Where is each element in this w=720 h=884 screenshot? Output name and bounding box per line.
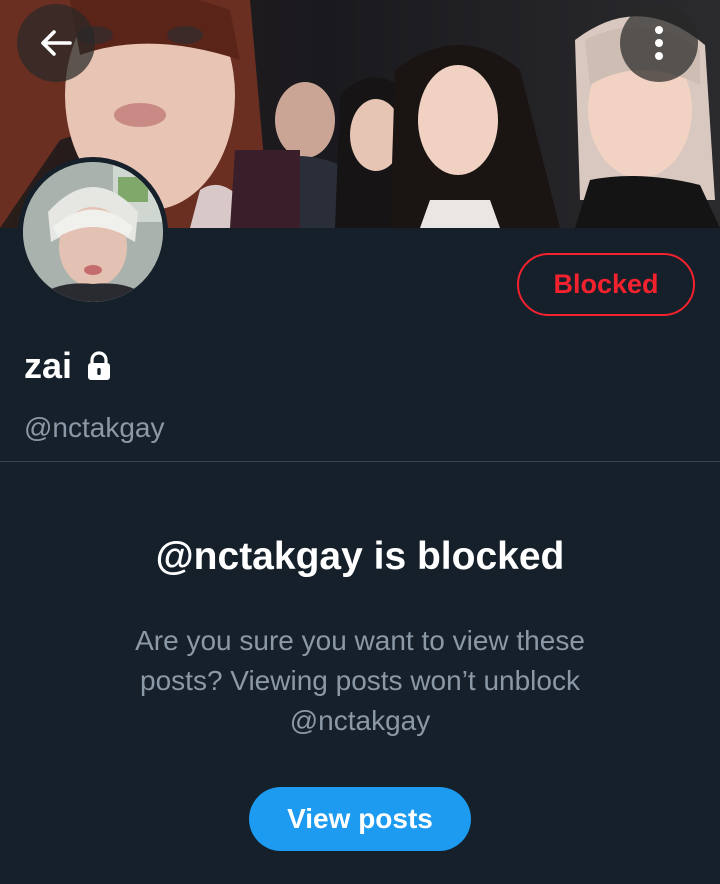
view-posts-button[interactable]: View posts xyxy=(249,787,471,851)
profile-name-row: zai xyxy=(24,345,112,387)
lock-icon xyxy=(86,351,112,381)
more-vertical-icon xyxy=(653,23,665,63)
avatar-photo xyxy=(23,162,163,302)
blocked-notice-text: Are you sure you want to view these post… xyxy=(135,625,585,696)
profile-handle: @nctakgay xyxy=(24,412,165,443)
blocked-notice-mention: @nctakgay xyxy=(289,705,431,736)
divider xyxy=(0,461,720,462)
back-button[interactable] xyxy=(17,4,95,82)
blocked-notice-title: @nctakgay is blocked xyxy=(155,535,565,578)
display-name: zai xyxy=(24,345,73,386)
blocked-button[interactable]: Blocked xyxy=(517,253,695,316)
blocked-notice-description: Are you sure you want to view these post… xyxy=(90,621,630,741)
avatar[interactable] xyxy=(18,157,168,307)
more-options-button[interactable] xyxy=(620,4,698,82)
arrow-left-icon xyxy=(36,23,76,63)
